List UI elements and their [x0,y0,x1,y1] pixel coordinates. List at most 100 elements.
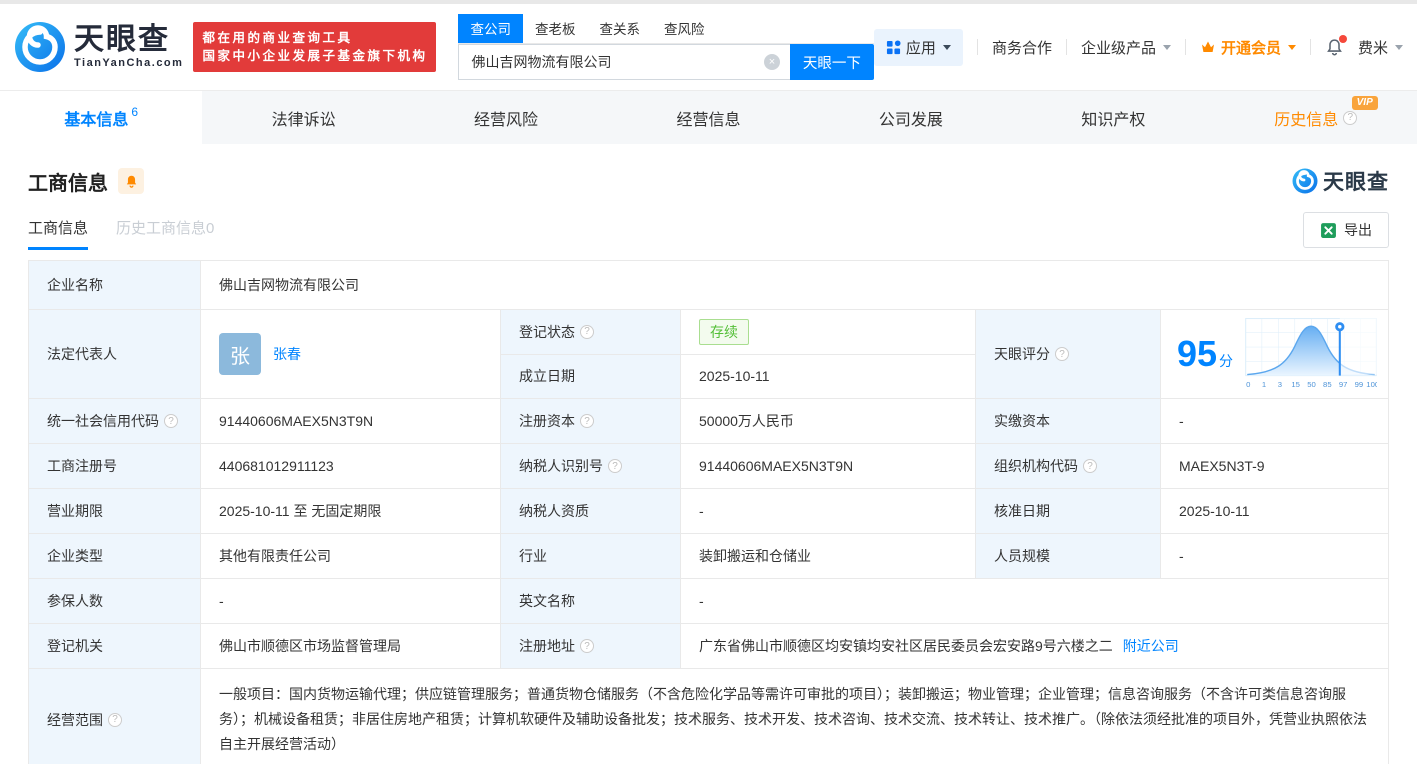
svg-text:15: 15 [1291,380,1300,389]
svg-text:3: 3 [1278,380,1282,389]
reg-status-value: 存续 [681,310,975,354]
divider [1066,39,1067,55]
chevron-down-icon [1395,45,1403,50]
help-icon[interactable] [1343,111,1357,125]
field-label: 纳税人资质 [501,489,681,533]
nav-business-cooperation[interactable]: 商务合作 [992,37,1052,58]
nav-enterprise-product[interactable]: 企业级产品 [1081,37,1171,58]
field-label: 纳税人识别号 [501,444,681,488]
field-label: 登记状态 [501,310,681,354]
credit-code-value: 91440606MAEX5N3T9N [201,399,501,443]
user-menu[interactable]: 费米 [1358,37,1403,58]
tab-operation-info[interactable]: 经营信息 [607,91,809,144]
search-input[interactable] [458,44,789,80]
approval-date-value: 2025-10-11 [1161,489,1388,533]
company-nav-tabs: 基本信息 6 法律诉讼 经营风险 经营信息 公司发展 知识产权 VIP 历史信息 [0,90,1417,144]
clear-search-icon[interactable] [764,54,780,70]
table-row: 企业名称 佛山吉网物流有限公司 [29,261,1388,310]
help-icon[interactable] [1083,459,1097,473]
tianyancha-company-page: 天眼查 TianYanCha.com 都在用的商业查询工具 国家中小企业发展子基… [0,0,1417,764]
field-label: 注册地址 [501,624,681,668]
help-icon[interactable] [608,459,622,473]
field-label: 企业类型 [29,534,201,578]
company-type-value: 其他有限责任公司 [201,534,501,578]
tab-legal-proceedings[interactable]: 法律诉讼 [202,91,404,144]
svg-text:1: 1 [1262,380,1266,389]
tab-intellectual-property[interactable]: 知识产权 [1012,91,1214,144]
tab-operation-risk[interactable]: 经营风险 [405,91,607,144]
field-label: 企业名称 [29,261,201,309]
slogan-line-2: 国家中小企业发展子基金旗下机构 [202,47,427,65]
tianyancha-logo-icon [14,21,66,73]
search-tab-relation[interactable]: 查关系 [587,14,652,43]
export-button[interactable]: 导出 [1303,212,1389,248]
nearby-companies-link[interactable]: 附近公司 [1123,636,1179,656]
search-tab-company[interactable]: 查公司 [458,14,523,43]
field-label: 参保人数 [29,579,201,623]
divider [1185,39,1186,55]
bell-icon [1325,38,1344,57]
reg-address-value: 广东省佛山市顺德区均安镇均安社区居民委员会宏安路9号六楼之二 附近公司 [681,624,1388,668]
help-icon[interactable] [1055,347,1069,361]
score-unit: 分 [1219,351,1233,371]
field-label: 工商注册号 [29,444,201,488]
field-label: 实缴资本 [976,399,1161,443]
tab-history-info[interactable]: VIP 历史信息 [1215,91,1417,144]
tyc-score-cell: 95 分 [1161,310,1388,398]
search-module: 查公司 查老板 查关系 查风险 天眼一下 [458,14,873,80]
legal-rep-link[interactable]: 张春 [273,344,301,364]
industry-value: 装卸搬运和仓储业 [681,534,976,578]
open-vip-button[interactable]: 开通会员 [1200,37,1296,58]
top-nav: 应用 商务合作 企业级产品 开通会员 [874,29,1403,66]
table-row: 统一社会信用代码 91440606MAEX5N3T9N 注册资本 50000万人… [29,399,1388,444]
svg-text:99: 99 [1355,380,1364,389]
field-label: 英文名称 [501,579,681,623]
search-tab-risk[interactable]: 查风险 [652,14,717,43]
tab-company-development[interactable]: 公司发展 [810,91,1012,144]
field-label: 人员规模 [976,534,1161,578]
username: 费米 [1358,37,1388,58]
divider [977,39,978,55]
help-icon[interactable] [164,414,178,428]
score-value: 95 [1177,336,1217,372]
staff-size-value: - [1161,534,1388,578]
score-distribution-chart: 0 1 3 15 50 85 97 99 100 [1245,318,1377,390]
help-icon[interactable] [108,713,122,727]
tianyancha-watermark: 天眼查 [1292,166,1389,196]
field-label: 组织机构代码 [976,444,1161,488]
notification-dot [1339,35,1347,43]
establish-date-value: 2025-10-11 [681,355,975,399]
legal-rep-cell: 张 张春 [201,310,501,398]
status-badge: 存续 [699,319,749,345]
apps-menu[interactable]: 应用 [874,29,963,66]
search-button[interactable]: 天眼一下 [790,44,874,80]
notifications-button[interactable] [1325,38,1344,57]
table-row: 登记机关 佛山市顺德区市场监督管理局 注册地址 广东省佛山市顺德区均安镇均安社区… [29,624,1388,669]
section-title: 工商信息 [28,167,108,196]
table-row: 经营范围 一般项目：国内货物运输代理；供应链管理服务；普通货物仓储服务（不含危险… [29,669,1388,764]
reg-number-value: 440681012911123 [201,444,501,488]
search-tab-boss[interactable]: 查老板 [523,14,588,43]
avatar[interactable]: 张 [219,333,261,375]
subscribe-bell-button[interactable] [118,168,144,194]
bell-icon [124,174,139,189]
table-row: 营业期限 2025-10-11 至 无固定期限 纳税人资质 - 核准日期 202… [29,489,1388,534]
field-label: 天眼评分 [976,310,1161,398]
subtab-business-info[interactable]: 工商信息 [28,217,88,250]
search-tabs: 查公司 查老板 查关系 查风险 [458,14,873,44]
taxpayer-quality-value: - [681,489,976,533]
tianyancha-logo[interactable]: 天眼查 TianYanCha.com [14,21,183,73]
field-label: 营业期限 [29,489,201,533]
field-label: 成立日期 [501,355,681,399]
svg-text:97: 97 [1339,380,1348,389]
subtab-history-business-info[interactable]: 历史工商信息0 [116,217,214,250]
help-icon[interactable] [580,639,594,653]
field-label: 法定代表人 [29,310,201,398]
help-icon[interactable] [580,325,594,339]
header: 天眼查 TianYanCha.com 都在用的商业查询工具 国家中小企业发展子基… [0,4,1417,90]
tab-basic-info[interactable]: 基本信息 6 [0,91,202,144]
help-icon[interactable] [580,414,594,428]
taxpayer-id-value: 91440606MAEX5N3T9N [681,444,976,488]
field-label: 登记机关 [29,624,201,668]
svg-text:85: 85 [1323,380,1332,389]
